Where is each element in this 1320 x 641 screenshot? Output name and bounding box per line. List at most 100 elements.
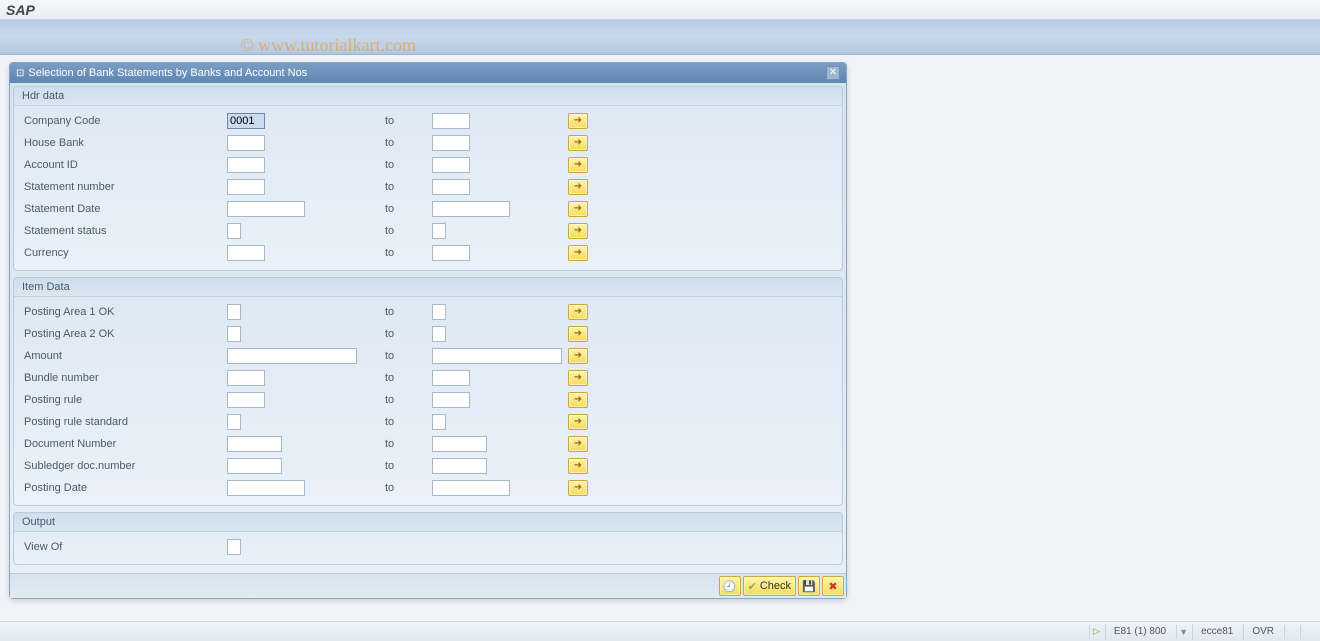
output-from-input[interactable] [227, 539, 241, 555]
item-to-input[interactable] [432, 458, 487, 474]
close-icon[interactable]: ✕ [826, 66, 840, 80]
multiple-selection-button[interactable]: ➜ [568, 157, 588, 173]
item-to-input[interactable] [432, 414, 446, 430]
hdr-label: Statement status [22, 225, 227, 237]
status-tool-icon-1[interactable] [1284, 625, 1298, 639]
arrow-right-icon: ➜ [574, 372, 582, 383]
arrow-right-icon: ➜ [574, 394, 582, 405]
item-row: Posting Dateto➜ [22, 477, 834, 499]
multiple-selection-button[interactable]: ➜ [568, 304, 588, 320]
hdr-to-input[interactable] [432, 201, 510, 217]
hdr-to-input[interactable] [432, 179, 470, 195]
item-row: Posting ruleto➜ [22, 389, 834, 411]
to-label: to [377, 416, 432, 428]
hdr-from-input[interactable] [227, 179, 265, 195]
hdr-from-input[interactable] [227, 245, 265, 261]
item-label: Bundle number [22, 372, 227, 384]
to-label: to [377, 115, 432, 127]
arrow-right-icon: ➜ [574, 225, 582, 236]
clock-icon: 🕘 [723, 580, 737, 593]
modal-body: Hdr data Company Codeto➜House Bankto➜Acc… [10, 83, 846, 573]
hdr-label: Account ID [22, 159, 227, 171]
check-icon: ✔ [748, 580, 757, 593]
item-label: Posting Area 2 OK [22, 328, 227, 340]
item-to-input[interactable] [432, 480, 510, 496]
group-title-output: Output [14, 513, 842, 532]
item-to-input[interactable] [432, 370, 470, 386]
status-tool-icon-2[interactable] [1300, 625, 1314, 639]
hdr-row: Statement numberto➜ [22, 176, 834, 198]
to-label: to [377, 438, 432, 450]
item-from-input[interactable] [227, 304, 241, 320]
status-server: ecce81 [1192, 624, 1241, 640]
arrow-right-icon: ➜ [574, 438, 582, 449]
item-from-input[interactable] [227, 458, 282, 474]
multiple-selection-button[interactable]: ➜ [568, 348, 588, 364]
to-label: to [377, 203, 432, 215]
multiple-selection-button[interactable]: ➜ [568, 392, 588, 408]
status-dropdown-icon[interactable]: ▼ [1176, 625, 1190, 639]
execute-button[interactable]: 🕘 [719, 576, 741, 596]
hdr-from-input[interactable] [227, 135, 265, 151]
status-nav-icon[interactable]: ▷ [1089, 625, 1103, 639]
to-label: to [377, 247, 432, 259]
save-button[interactable]: 💾 [798, 576, 820, 596]
status-system[interactable]: E81 (1) 800 [1105, 624, 1174, 640]
hdr-from-input[interactable] [227, 157, 265, 173]
hdr-label: Currency [22, 247, 227, 259]
item-to-input[interactable] [432, 436, 487, 452]
window-icon: ⊡ [16, 68, 24, 79]
modal-footer: 🕘 ✔ Check 💾 ✖ [10, 573, 846, 598]
item-label: Subledger doc.number [22, 460, 227, 472]
multiple-selection-button[interactable]: ➜ [568, 245, 588, 261]
multiple-selection-button[interactable]: ➜ [568, 113, 588, 129]
item-to-input[interactable] [432, 348, 562, 364]
item-to-input[interactable] [432, 392, 470, 408]
multiple-selection-button[interactable]: ➜ [568, 201, 588, 217]
multiple-selection-button[interactable]: ➜ [568, 135, 588, 151]
hdr-from-input[interactable] [227, 201, 305, 217]
item-from-input[interactable] [227, 436, 282, 452]
check-button[interactable]: ✔ Check [743, 576, 796, 596]
item-row: Bundle numberto➜ [22, 367, 834, 389]
multiple-selection-button[interactable]: ➜ [568, 179, 588, 195]
cancel-button[interactable]: ✖ [822, 576, 844, 596]
multiple-selection-button[interactable]: ➜ [568, 414, 588, 430]
item-from-input[interactable] [227, 480, 305, 496]
arrow-right-icon: ➜ [574, 181, 582, 192]
hdr-to-input[interactable] [432, 157, 470, 173]
multiple-selection-button[interactable]: ➜ [568, 436, 588, 452]
group-item-data: Item Data Posting Area 1 OKto➜Posting Ar… [13, 277, 843, 506]
multiple-selection-button[interactable]: ➜ [568, 223, 588, 239]
app-header: SAP [0, 0, 1320, 20]
multiple-selection-button[interactable]: ➜ [568, 326, 588, 342]
multiple-selection-button[interactable]: ➜ [568, 370, 588, 386]
arrow-right-icon: ➜ [574, 350, 582, 361]
hdr-row: Currency to ➜ [22, 242, 834, 264]
to-label: to [377, 159, 432, 171]
hdr-to-input[interactable] [432, 223, 446, 239]
arrow-right-icon: ➜ [574, 416, 582, 427]
item-from-input[interactable] [227, 326, 241, 342]
multiple-selection-button[interactable]: ➜ [568, 480, 588, 496]
item-from-input[interactable] [227, 414, 241, 430]
item-from-input[interactable] [227, 370, 265, 386]
hdr-from-input[interactable] [227, 113, 265, 129]
hdr-row: Company Codeto➜ [22, 110, 834, 132]
multiple-selection-button[interactable]: ➜ [568, 458, 588, 474]
group-title-hdr: Hdr data [14, 87, 842, 106]
item-row: Posting Area 2 OKto➜ [22, 323, 834, 345]
item-from-input[interactable] [227, 348, 357, 364]
item-from-input[interactable] [227, 392, 265, 408]
arrow-right-icon: ➜ [574, 306, 582, 317]
modal-titlebar[interactable]: ⊡ Selection of Bank Statements by Banks … [10, 63, 846, 83]
hdr-to-input[interactable] [432, 113, 470, 129]
hdr-to-input[interactable] [432, 135, 470, 151]
hdr-from-input[interactable] [227, 223, 241, 239]
to-label: to [377, 306, 432, 318]
hdr-to-input[interactable] [432, 245, 470, 261]
group-hdr-data: Hdr data Company Codeto➜House Bankto➜Acc… [13, 86, 843, 271]
item-to-input[interactable] [432, 326, 446, 342]
item-to-input[interactable] [432, 304, 446, 320]
hdr-row: House Bankto➜ [22, 132, 834, 154]
